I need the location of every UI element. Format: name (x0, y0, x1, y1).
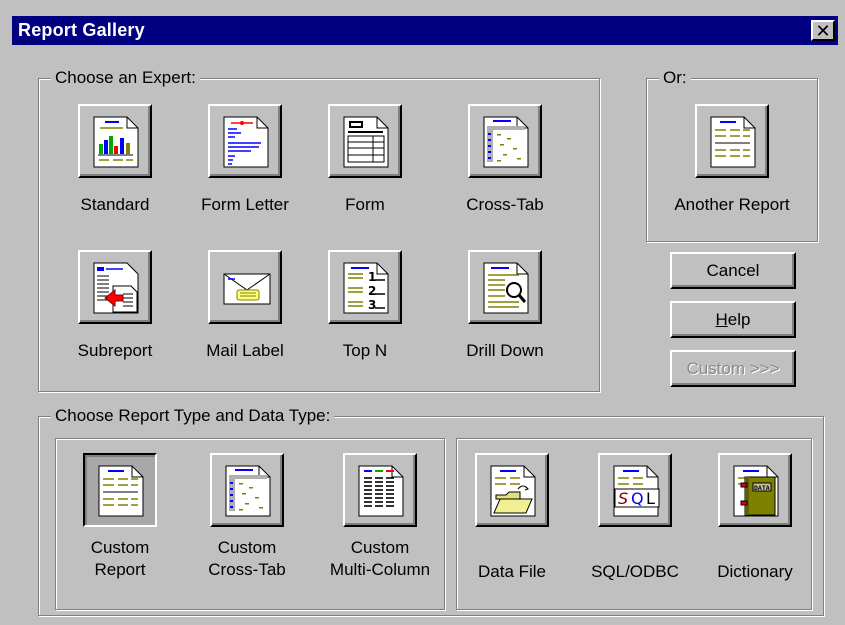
dictionary[interactable]: DATA Dictionary (705, 453, 805, 603)
expert-subreport[interactable]: Subreport (60, 250, 170, 380)
custom-report-label: Custom Report (90, 538, 150, 579)
expert-cross-tab[interactable]: Cross-Tab (455, 104, 555, 224)
expert-subreport-label: Subreport (77, 341, 153, 360)
subreport-icon (93, 262, 139, 314)
svg-text:Q: Q (631, 489, 644, 508)
another-report[interactable]: Another Report (650, 104, 814, 234)
expert-cross-tab-button[interactable] (468, 104, 542, 178)
report-type-group-legend: Choose Report Type and Data Type: (51, 406, 335, 426)
custom-report-button[interactable] (83, 453, 157, 527)
custom-multi-column-icon (358, 465, 404, 517)
top-n-icon: 1 2 3 (343, 262, 389, 314)
custom-button[interactable]: Custom >>> (670, 350, 796, 387)
data-file-label: Data File (477, 562, 547, 581)
custom-cross-tab[interactable]: Custom Cross-Tab (187, 453, 307, 603)
svg-text:DATA: DATA (754, 484, 770, 492)
cancel-button-label: Cancel (706, 260, 760, 280)
svg-text:L: L (646, 489, 655, 508)
another-report-label: Another Report (674, 195, 790, 214)
help-button-label: Help (715, 309, 751, 329)
expert-form-letter-label: Form Letter (201, 195, 289, 214)
close-icon: ✕ (815, 20, 831, 41)
dictionary-icon: DATA (733, 465, 779, 517)
sql-odbc-icon: S Q L (613, 465, 660, 517)
report-gallery-dialog: Report Gallery ✕ Choose an Expert: Stand… (0, 0, 845, 625)
custom-multi-column-button[interactable] (343, 453, 417, 527)
expert-form-letter-button[interactable] (208, 104, 282, 178)
expert-subreport-button[interactable] (78, 250, 152, 324)
or-group-legend: Or: (659, 68, 691, 88)
svg-text:S: S (618, 489, 628, 508)
expert-standard[interactable]: Standard (60, 104, 170, 224)
help-button[interactable]: Help (670, 301, 796, 338)
custom-report-icon (98, 465, 144, 517)
cross-tab-icon (483, 116, 529, 168)
expert-cross-tab-label: Cross-Tab (466, 195, 544, 214)
expert-group-legend: Choose an Expert: (51, 68, 200, 88)
expert-drill-down-button[interactable] (468, 250, 542, 324)
expert-drill-down-label: Drill Down (466, 341, 544, 360)
cancel-button[interactable]: Cancel (670, 252, 796, 289)
form-icon (343, 116, 389, 168)
custom-cross-tab-label: Custom Cross-Tab (208, 538, 286, 579)
custom-cross-tab-button[interactable] (210, 453, 284, 527)
another-report-icon (710, 116, 756, 168)
dictionary-label: Dictionary (717, 562, 793, 581)
title-bar[interactable]: Report Gallery ✕ (12, 16, 838, 45)
expert-mail-label-button[interactable] (208, 250, 282, 324)
expert-top-n[interactable]: 1 2 3 Top N (315, 250, 415, 380)
expert-top-n-label: Top N (342, 341, 388, 360)
expert-form-button[interactable] (328, 104, 402, 178)
form-letter-icon (223, 116, 269, 168)
custom-multi-column[interactable]: Custom Multi-Column (316, 453, 444, 603)
standard-report-icon (93, 116, 139, 168)
close-button[interactable]: ✕ (811, 20, 835, 41)
mail-label-icon (223, 273, 271, 305)
drill-down-icon (483, 262, 529, 314)
expert-mail-label-label: Mail Label (206, 341, 284, 360)
sql-odbc-button[interactable]: S Q L (598, 453, 672, 527)
expert-drill-down[interactable]: Drill Down (455, 250, 555, 380)
expert-form[interactable]: Form (315, 104, 415, 224)
expert-standard-label: Standard (80, 195, 150, 214)
expert-standard-button[interactable] (78, 104, 152, 178)
data-file-icon (490, 465, 536, 517)
svg-text:1: 1 (368, 270, 376, 284)
data-file-button[interactable] (475, 453, 549, 527)
sql-odbc-label: SQL/ODBC (591, 562, 679, 581)
window-title: Report Gallery (18, 20, 145, 40)
expert-top-n-button[interactable]: 1 2 3 (328, 250, 402, 324)
sql-odbc[interactable]: S Q L SQL/ODBC (575, 453, 695, 603)
expert-form-label: Form (345, 195, 385, 214)
expert-form-letter[interactable]: Form Letter (185, 104, 305, 224)
svg-text:3: 3 (368, 298, 376, 312)
data-file[interactable]: Data File (462, 453, 562, 603)
dictionary-button[interactable]: DATA (718, 453, 792, 527)
another-report-button[interactable] (695, 104, 769, 178)
custom-button-label: Custom >>> (686, 358, 780, 378)
custom-cross-tab-icon (225, 465, 271, 517)
expert-mail-label[interactable]: Mail Label (185, 250, 305, 380)
svg-text:2: 2 (368, 284, 376, 298)
custom-multi-column-label: Custom Multi-Column (329, 538, 431, 579)
custom-report[interactable]: Custom Report (55, 453, 185, 603)
